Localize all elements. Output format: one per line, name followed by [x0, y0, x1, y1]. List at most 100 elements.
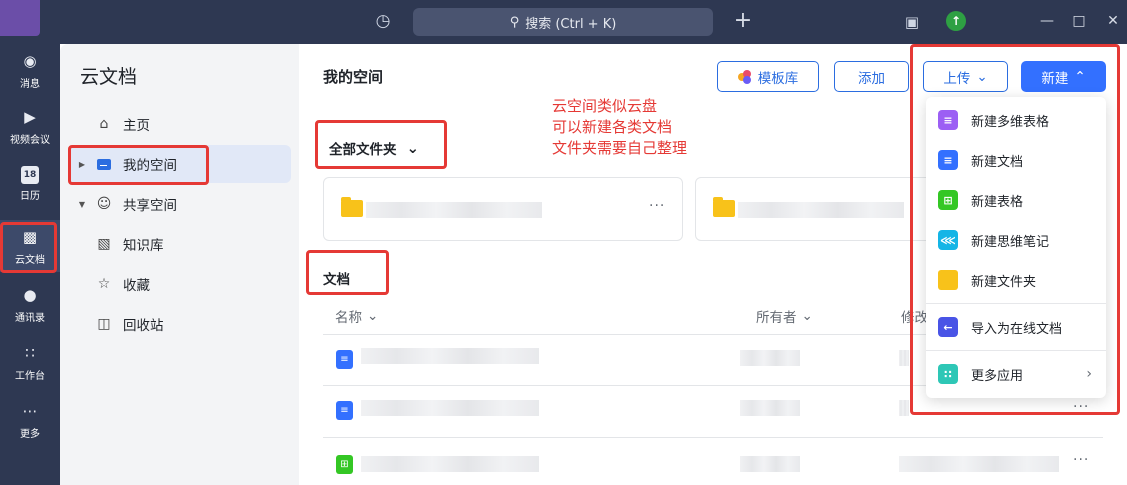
search-input[interactable]: ⚲ 搜索 (Ctrl + K) [413, 8, 713, 36]
folder-filter-label: 全部文件夹 [329, 142, 397, 158]
chevron-down-icon: ⌄ [406, 139, 420, 157]
minimize-icon[interactable]: — [1036, 10, 1058, 32]
menu-item-label: 导入为在线文档 [971, 321, 1063, 337]
column-header-name[interactable]: 名称 ⌄ [335, 306, 378, 326]
create-menu: ≡ 新建多维表格 ≡ 新建文档 ⊞ 新建表格 ⋘ 新建思维笔记 新建文件夹 ← … [926, 97, 1106, 398]
menu-item-label: 新建文件夹 [971, 274, 1037, 290]
chevron-right-icon: › [1086, 366, 1092, 382]
blurred-name [361, 400, 539, 416]
blurred-name [738, 202, 904, 218]
docs-sidebar: 云文档 ⌂ 主页 ▶ 我的空间 ▼ ☺ 共享空间 ▧ 知识库 ☆ 收藏 ◫ 回收… [60, 44, 299, 485]
template-icon [737, 69, 752, 84]
upload-button[interactable]: 上传 ⌄ [923, 61, 1008, 92]
chevron-up-icon: ⌃ [1074, 68, 1086, 85]
menu-item-new-doc[interactable]: ≡ 新建文档 [926, 140, 1106, 180]
menu-item-import[interactable]: ← 导入为在线文档 [926, 307, 1106, 347]
upgrade-arrow-icon[interactable]: ↑ [946, 11, 966, 31]
rail-label: 通讯录 [15, 313, 45, 324]
chevron-down-icon: ⌄ [801, 308, 813, 324]
chevron-down-icon: ⌄ [367, 308, 379, 324]
menu-item-new-folder[interactable]: 新建文件夹 [926, 260, 1106, 300]
rail-item-video[interactable]: ▶ 视频会议 [0, 100, 60, 152]
menu-item-label: 新建多维表格 [971, 114, 1050, 130]
chat-icon: ◉ [23, 52, 37, 70]
annotation-line: 可以新建各类文档 [552, 118, 673, 136]
folder-filter-dropdown[interactable]: 全部文件夹 ⌄ [329, 138, 419, 158]
more-icon: ⋯ [22, 402, 38, 420]
rail-item-more[interactable]: ⋯ 更多 [0, 394, 60, 446]
screen-icon[interactable]: ▣ [901, 11, 923, 33]
annotation-line: 文件夹需要自己整理 [552, 139, 688, 157]
menu-item-label: 更多应用 [971, 368, 1024, 384]
column-header-owner[interactable]: 所有者 ⌄ [756, 306, 813, 326]
sidebar-item-label: 主页 [123, 118, 150, 134]
table-divider [323, 437, 1103, 438]
folder-card[interactable] [695, 177, 935, 241]
column-label: 修改 [901, 310, 928, 326]
sheet-icon: ⊞ [336, 455, 353, 474]
more-options-icon[interactable]: ··· [1073, 452, 1089, 468]
history-icon[interactable]: ◷ [372, 10, 394, 32]
sidebar-item-trash[interactable]: ◫ 回收站 [69, 305, 291, 343]
menu-item-new-bitable[interactable]: ≡ 新建多维表格 [926, 100, 1106, 140]
rail-item-workplace[interactable]: ∷ 工作台 [0, 336, 60, 388]
blurred-name [361, 456, 539, 472]
docs-section-title: 文档 [323, 272, 350, 288]
sidebar-item-shared-space[interactable]: ▼ ☺ 共享空间 [69, 185, 291, 223]
upload-label: 上传 [943, 70, 971, 87]
sidebar-item-wiki[interactable]: ▧ 知识库 [69, 225, 291, 263]
blurred-owner [740, 400, 800, 416]
sidebar-item-label: 收藏 [123, 278, 150, 294]
template-label: 模板库 [757, 70, 799, 87]
menu-item-label: 新建表格 [971, 194, 1024, 210]
blurred-date [899, 350, 909, 366]
star-icon: ☆ [97, 276, 111, 292]
annotation-note: 云空间类似云盘 可以新建各类文档 文件夹需要自己整理 [552, 96, 687, 159]
folder-icon [341, 197, 363, 217]
home-icon: ⌂ [99, 116, 109, 132]
chevron-down-icon: ⌄ [976, 68, 988, 85]
bitable-icon: ≡ [938, 110, 958, 130]
rail-label: 更多 [20, 429, 40, 440]
doc-icon: ≡ [336, 401, 353, 420]
menu-divider [926, 303, 1106, 304]
import-icon: ← [938, 317, 958, 337]
new-tab-button[interactable]: + [732, 9, 754, 33]
sidebar-item-label: 知识库 [123, 238, 164, 254]
folder-card[interactable]: ··· [323, 177, 683, 241]
sidebar-item-my-space[interactable]: ▶ 我的空间 [69, 145, 291, 183]
menu-item-new-mindnote[interactable]: ⋘ 新建思维笔记 [926, 220, 1106, 260]
page-title: 我的空间 [323, 68, 384, 86]
close-icon[interactable]: ✕ [1102, 10, 1124, 32]
column-label: 所有者 [756, 310, 797, 326]
sidebar-item-home[interactable]: ⌂ 主页 [69, 105, 291, 143]
app-logo [0, 0, 40, 36]
calendar-icon: 18 [21, 166, 39, 184]
column-header-modified[interactable]: 修改 [901, 306, 928, 326]
folder-icon [95, 155, 113, 173]
rail-item-messages[interactable]: ◉ 消息 [0, 44, 60, 96]
more-options-icon[interactable]: ··· [649, 198, 665, 214]
menu-item-more-apps[interactable]: ∷ 更多应用 › [926, 354, 1106, 394]
rail-label: 消息 [20, 79, 40, 90]
doc-icon: ≡ [938, 150, 958, 170]
rail-item-cloud-docs[interactable]: ▩ 云文档 [0, 220, 60, 272]
sidebar-item-label: 回收站 [123, 318, 164, 334]
create-button[interactable]: 新建 ⌃ [1021, 61, 1106, 92]
sidebar-item-favorites[interactable]: ☆ 收藏 [69, 265, 291, 303]
sidebar-title: 云文档 [80, 66, 138, 88]
menu-item-new-sheet[interactable]: ⊞ 新建表格 [926, 180, 1106, 220]
blurred-date [899, 456, 1059, 472]
rail-item-calendar[interactable]: 18 日历 [0, 158, 60, 210]
maximize-icon[interactable]: □ [1068, 10, 1090, 32]
add-button[interactable]: 添加 [834, 61, 909, 92]
rail-item-contacts[interactable]: ● 通讯录 [0, 278, 60, 330]
rail-label: 日历 [20, 191, 40, 202]
expand-arrow-icon[interactable]: ▼ [75, 200, 89, 209]
create-label: 新建 [1041, 70, 1069, 87]
expand-arrow-icon[interactable]: ▶ [75, 160, 89, 169]
more-options-icon[interactable]: ··· [1073, 399, 1089, 415]
app-rail: ◉ 消息 ▶ 视频会议 18 日历 ▩ 云文档 ● 通讯录 ∷ 工作台 ⋯ 更多 [0, 44, 60, 485]
trash-icon: ◫ [97, 316, 111, 332]
template-library-button[interactable]: 模板库 [717, 61, 819, 92]
